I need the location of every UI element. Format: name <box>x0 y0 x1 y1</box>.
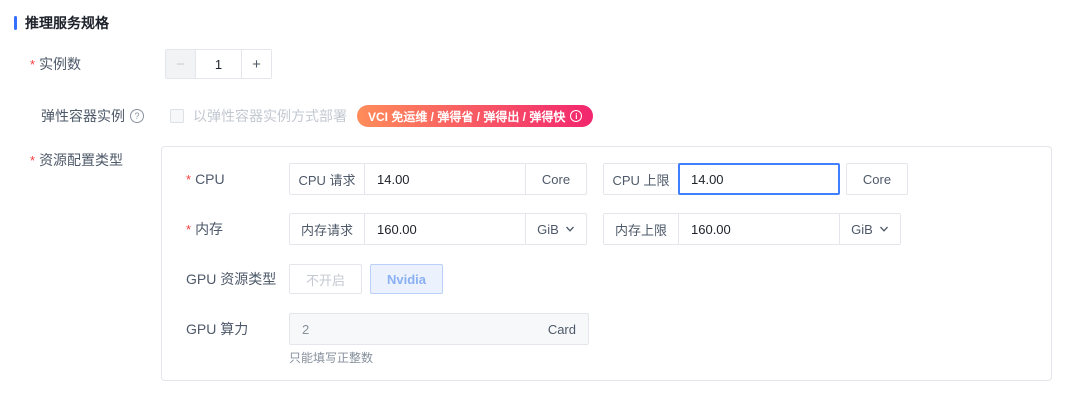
resource-config-label: * 资源配置类型 <box>30 150 123 170</box>
cpu-label-text: CPU <box>195 171 225 187</box>
gpu-type-label: GPU 资源类型 <box>186 269 289 289</box>
gpu-power-unit: Card <box>548 322 588 337</box>
instance-count-input[interactable] <box>196 50 241 78</box>
chevron-down-icon <box>879 224 889 234</box>
instance-count-label-text: 实例数 <box>39 54 81 74</box>
vci-label: 弹性容器实例 ? <box>41 104 144 128</box>
memory-limit-unit-select[interactable]: GiB <box>839 213 901 245</box>
vci-checkbox[interactable] <box>170 109 184 123</box>
resource-config-label-text: 资源配置类型 <box>39 150 123 170</box>
memory-request-input[interactable] <box>364 213 526 245</box>
resource-config-panel: * CPU CPU 请求 Core CPU 上限 Core * 内存 内存请求 <box>161 146 1052 381</box>
chevron-down-icon <box>565 224 575 234</box>
memory-row: * 内存 内存请求 GiB 内存上限 GiB <box>186 213 901 245</box>
required-asterisk: * <box>186 222 191 237</box>
memory-limit-input[interactable] <box>678 213 840 245</box>
memory-request-unit-text: GiB <box>537 222 559 237</box>
info-icon[interactable]: i <box>570 110 582 122</box>
plus-icon: + <box>252 56 261 73</box>
help-icon[interactable]: ? <box>130 109 144 123</box>
gpu-power-field: Card <box>289 313 589 345</box>
memory-request-group: 内存请求 GiB <box>289 213 587 245</box>
instance-count-stepper: − + <box>165 49 272 79</box>
memory-request-unit-select[interactable]: GiB <box>525 213 587 245</box>
section-accent-bar-icon <box>14 16 17 30</box>
required-asterisk: * <box>30 57 35 72</box>
section-header: 推理服务规格 <box>14 13 109 33</box>
cpu-request-addon: CPU 请求 <box>289 163 365 195</box>
gpu-type-off-button[interactable]: 不开启 <box>289 264 362 294</box>
memory-limit-addon: 内存上限 <box>603 213 679 245</box>
required-asterisk: * <box>30 153 35 168</box>
gpu-type-label-text: GPU 资源类型 <box>186 269 276 289</box>
vci-badge-text: VCI 免运维 / 弹得省 / 弹得出 / 弹得快 <box>368 108 565 125</box>
gpu-power-row: GPU 算力 Card <box>186 313 589 345</box>
vci-control: 以弹性容器实例方式部署 VCI 免运维 / 弹得省 / 弹得出 / 弹得快 i <box>170 104 593 128</box>
required-asterisk: * <box>186 172 191 187</box>
cpu-limit-group: CPU 上限 Core <box>603 163 908 195</box>
gpu-type-nvidia-button[interactable]: Nvidia <box>370 264 443 294</box>
decrement-button[interactable]: − <box>166 50 196 78</box>
inference-service-spec-form: 推理服务规格 * 实例数 − + 弹性容器实例 ? 以弹性容器实例方式部署 VC… <box>0 0 1080 404</box>
gpu-type-row: GPU 资源类型 不开启 Nvidia <box>186 263 443 295</box>
cpu-row: * CPU CPU 请求 Core CPU 上限 Core <box>186 163 908 195</box>
memory-label: * 内存 <box>186 219 289 239</box>
memory-limit-unit-text: GiB <box>851 222 873 237</box>
memory-limit-group: 内存上限 GiB <box>603 213 901 245</box>
cpu-request-group: CPU 请求 Core <box>289 163 587 195</box>
memory-label-text: 内存 <box>195 219 223 239</box>
gpu-power-label: GPU 算力 <box>186 319 289 339</box>
cpu-limit-unit: Core <box>846 163 908 195</box>
vci-checkbox-label: 以弹性容器实例方式部署 <box>193 106 347 126</box>
minus-icon: − <box>176 56 185 73</box>
gpu-power-input[interactable] <box>290 322 548 337</box>
cpu-label: * CPU <box>186 171 289 187</box>
gpu-power-helper-text: 只能填写正整数 <box>289 349 373 366</box>
gpu-power-label-text: GPU 算力 <box>186 319 248 339</box>
section-title: 推理服务规格 <box>25 13 109 33</box>
cpu-limit-input[interactable] <box>678 163 840 195</box>
cpu-request-input[interactable] <box>364 163 526 195</box>
cpu-request-unit: Core <box>525 163 587 195</box>
memory-request-addon: 内存请求 <box>289 213 365 245</box>
cpu-limit-addon: CPU 上限 <box>603 163 679 195</box>
instance-count-label: * 实例数 <box>30 49 81 79</box>
increment-button[interactable]: + <box>241 50 271 78</box>
vci-label-text: 弹性容器实例 <box>41 106 125 126</box>
vci-badge[interactable]: VCI 免运维 / 弹得省 / 弹得出 / 弹得快 i <box>357 105 593 127</box>
